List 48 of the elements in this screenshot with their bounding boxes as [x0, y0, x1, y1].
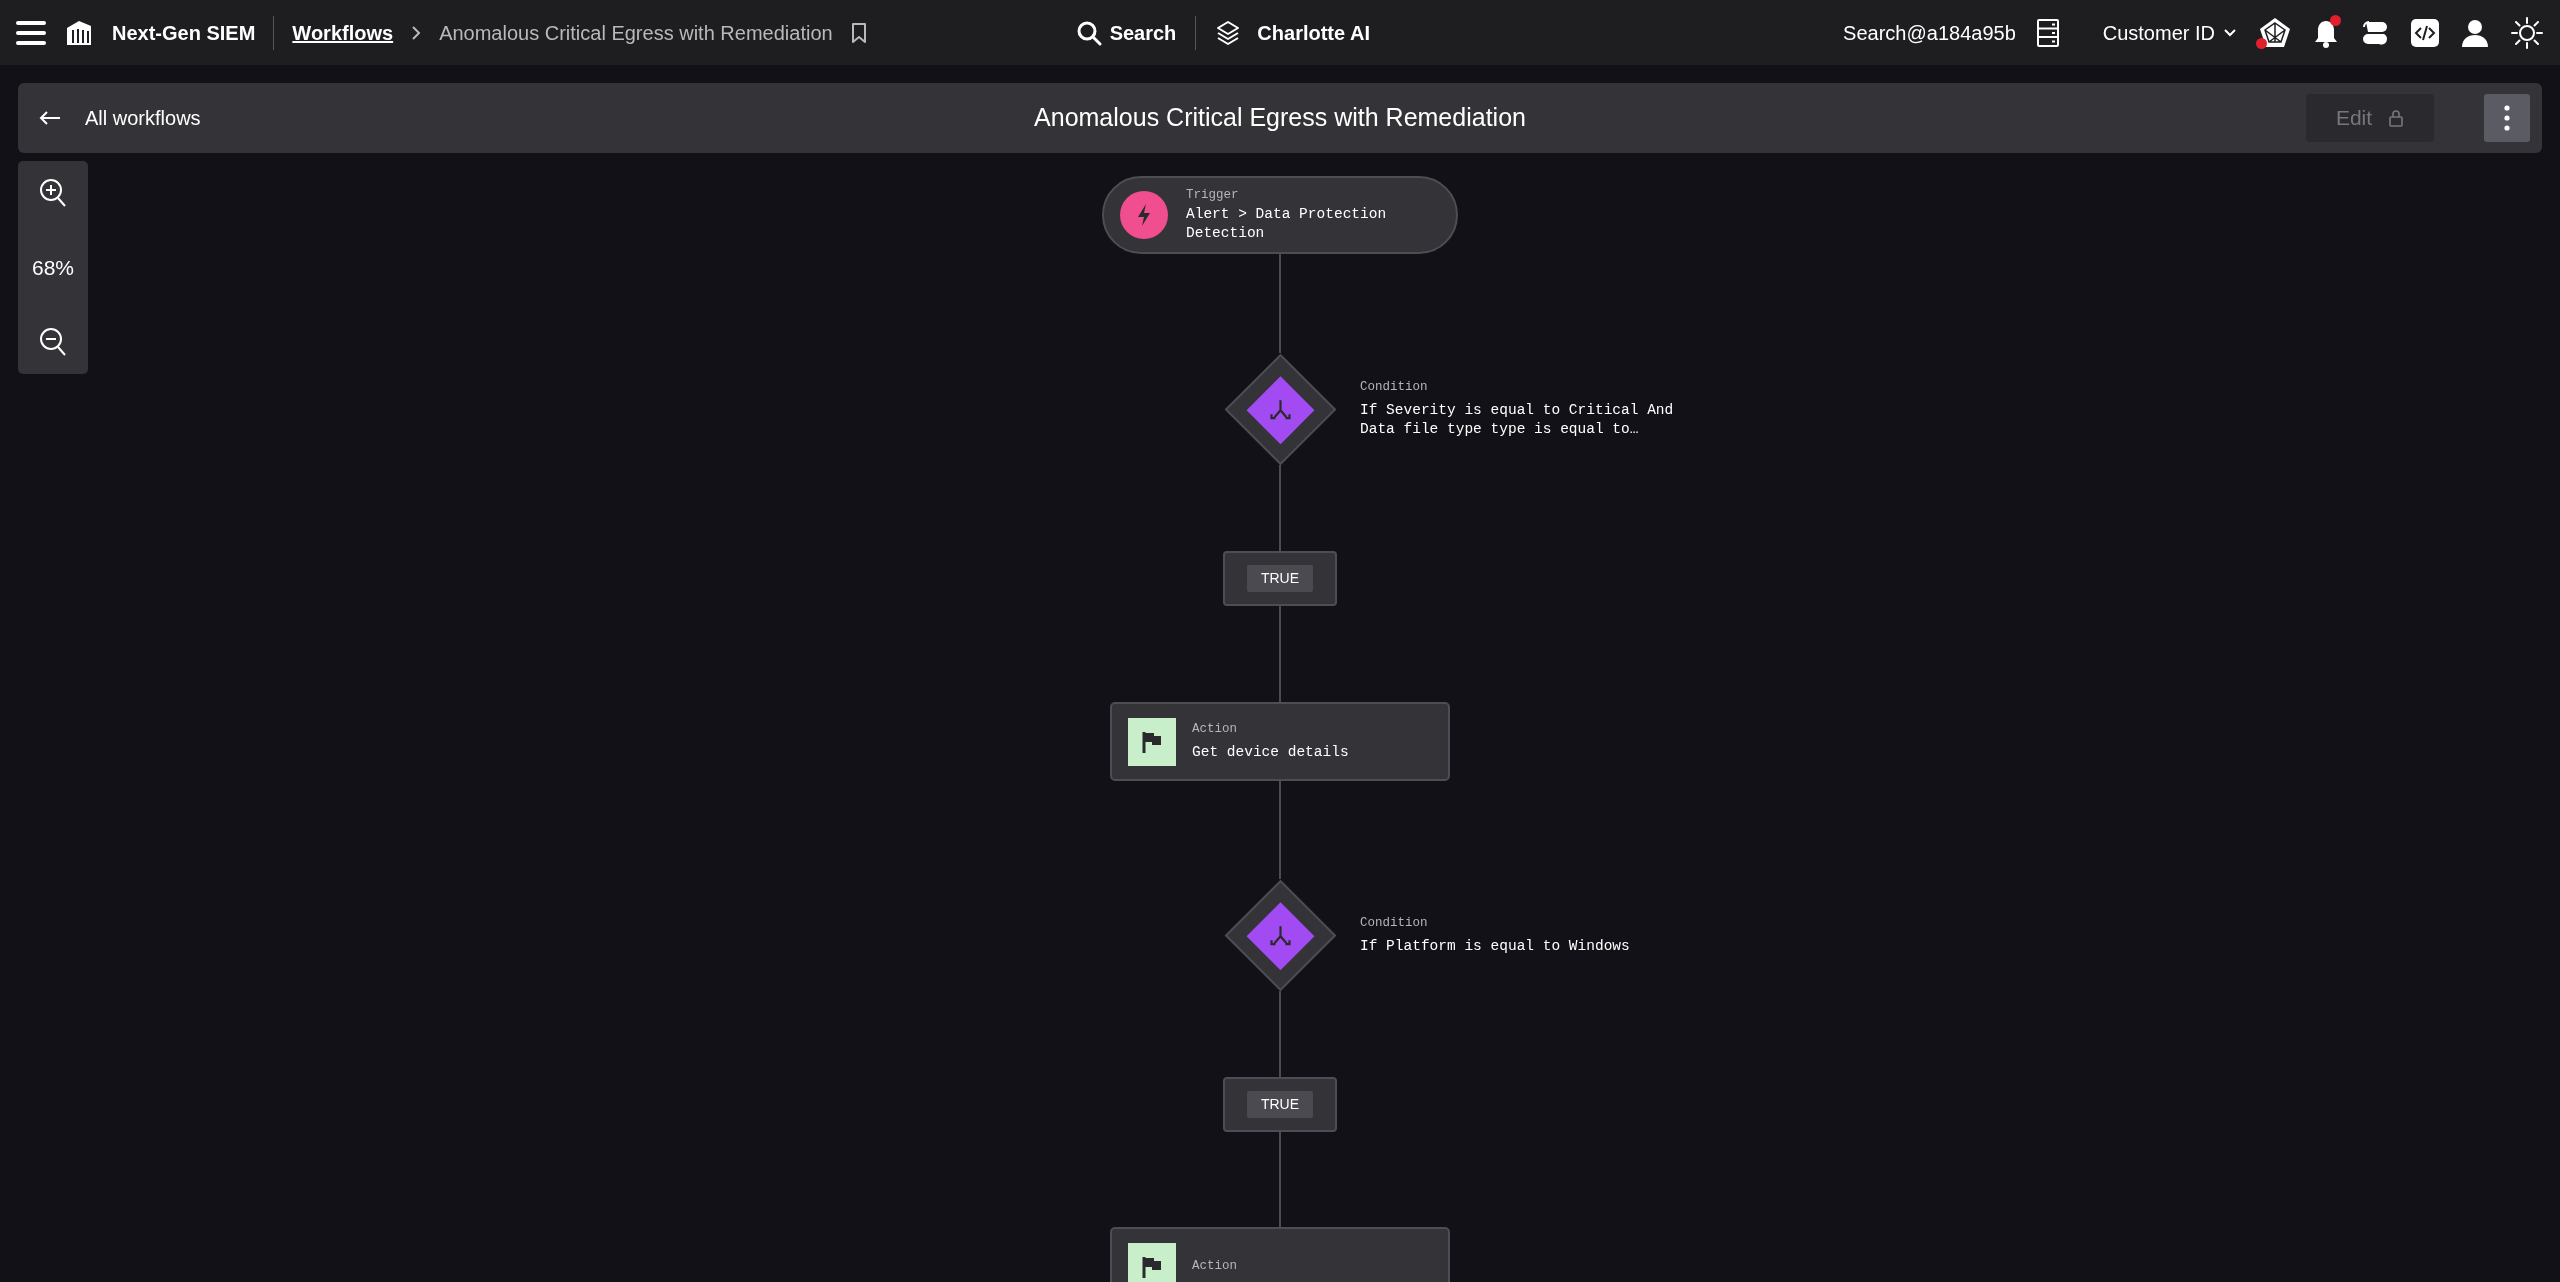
zoom-out-button[interactable]: [38, 326, 68, 358]
chevron-right-icon: [411, 24, 422, 41]
node-type-label: Trigger: [1186, 187, 1240, 205]
chevron-down-icon: [2223, 27, 2237, 38]
server-icon[interactable]: [2035, 17, 2060, 48]
assistant-button[interactable]: Charlotte AI: [1214, 16, 1371, 49]
branch-label: TRUE: [1246, 565, 1314, 592]
menu-icon[interactable]: [16, 19, 46, 46]
node-text: Alert > Data Protection Detection: [1186, 204, 1388, 244]
action-node[interactable]: Action: [1110, 1227, 1450, 1282]
layers-icon: [1215, 19, 1242, 46]
breadcrumb-link[interactable]: Workflows: [292, 17, 394, 48]
back-link[interactable]: All workflows: [38, 102, 202, 134]
zoom-in-button[interactable]: [38, 177, 68, 209]
zoom-level: 68%: [32, 254, 74, 281]
sun-icon[interactable]: [2510, 15, 2544, 50]
condition-text: If Platform is equal to Windows: [1360, 936, 1631, 956]
kebab-icon: [2504, 105, 2510, 131]
code-icon[interactable]: [2410, 17, 2440, 48]
trigger-node[interactable]: Trigger Alert > Data Protection Detection: [1102, 176, 1458, 254]
pentagon-web-icon[interactable]: [2258, 15, 2292, 50]
lock-icon: [2388, 109, 2405, 127]
branch-node[interactable]: TRUE: [1223, 551, 1337, 606]
condition-text: If Severity is equal to Critical And Data file type type is equal to…: [1360, 400, 1675, 440]
search-icon: [1075, 19, 1102, 46]
node-type-label: Action: [1192, 1258, 1237, 1276]
action-node[interactable]: Action Get device details: [1110, 702, 1450, 781]
flag-icon: [1141, 1254, 1163, 1279]
arrow-left-icon: [39, 110, 61, 126]
more-options-button[interactable]: [2484, 94, 2530, 142]
node-text: Get device details: [1192, 743, 1349, 763]
flag-icon: [1141, 729, 1163, 754]
customer-dropdown[interactable]: Customer ID: [2101, 16, 2238, 49]
node-type-label: Condition: [1360, 914, 1429, 932]
node-type-label: Condition: [1360, 379, 1429, 397]
search-button[interactable]: Search: [1074, 16, 1178, 49]
alert-dot: [2256, 37, 2267, 49]
node-type-label: Action: [1192, 721, 1238, 739]
product-name: Next-Gen SIEM: [112, 20, 256, 46]
alert-dot: [2330, 14, 2341, 26]
person-icon[interactable]: [2460, 17, 2490, 48]
breadcrumb-current: Anomalous Critical Egress with Remediation: [439, 20, 833, 46]
user-search-label: Search@a184a95b: [1843, 20, 2016, 46]
bookmark-icon[interactable]: [850, 21, 867, 44]
branch-label: TRUE: [1246, 1091, 1314, 1118]
workflow-title: Anomalous Critical Egress with Remediation: [1034, 102, 1526, 134]
lightning-icon: [1137, 203, 1151, 227]
branch-node[interactable]: TRUE: [1223, 1077, 1337, 1132]
